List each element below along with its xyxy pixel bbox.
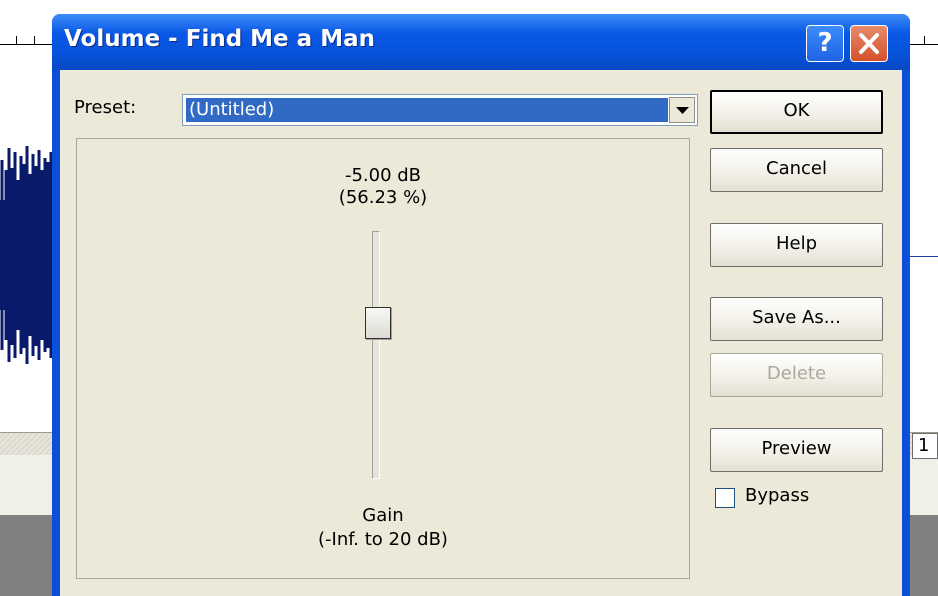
gain-panel: -5.00 dB (56.23 %) Gain (-Inf. to 20 dB) [76, 138, 690, 579]
gain-label: Gain [362, 505, 404, 526]
preview-button[interactable]: Preview [710, 428, 883, 472]
ok-button[interactable]: OK [710, 90, 883, 134]
volume-dialog: Volume - Find Me a Man ? Preset: (Untitl… [52, 14, 910, 596]
delete-button[interactable]: Delete [710, 353, 883, 397]
preset-label: Preset: [74, 97, 137, 118]
close-icon [859, 33, 879, 54]
help-icon: ? [817, 28, 833, 58]
preset-value[interactable]: (Untitled) [186, 98, 668, 122]
preset-dropdown-button[interactable] [669, 97, 695, 123]
waveform [0, 146, 54, 364]
ruler-tick [924, 36, 925, 45]
dialog-title: Volume - Find Me a Man [64, 26, 375, 52]
help-button[interactable]: Help [710, 223, 883, 267]
ruler-tick [34, 36, 35, 45]
bypass-checkbox-box[interactable] [715, 488, 735, 508]
preset-dropdown[interactable]: (Untitled) [182, 94, 698, 126]
save-as-button[interactable]: Save As... [710, 297, 883, 341]
chevron-down-icon [676, 107, 689, 114]
help-title-button[interactable]: ? [806, 25, 844, 62]
bypass-label[interactable]: Bypass [745, 485, 809, 506]
gain-range-label: (-Inf. to 20 dB) [318, 529, 448, 550]
cancel-button[interactable]: Cancel [710, 148, 883, 192]
gain-percent-readout: (56.23 %) [338, 187, 428, 208]
close-button[interactable] [850, 25, 888, 62]
gain-db-readout: -5.00 dB [344, 165, 422, 186]
gain-slider-track[interactable] [372, 231, 380, 479]
side-number-box[interactable]: 1 [912, 433, 938, 459]
title-bar[interactable]: Volume - Find Me a Man ? [52, 14, 910, 70]
dialog-client-area: Preset: (Untitled) -5.00 dB (56.23 %) Ga… [60, 70, 902, 596]
gain-slider-thumb[interactable] [365, 307, 391, 339]
ruler-tick [16, 36, 17, 45]
